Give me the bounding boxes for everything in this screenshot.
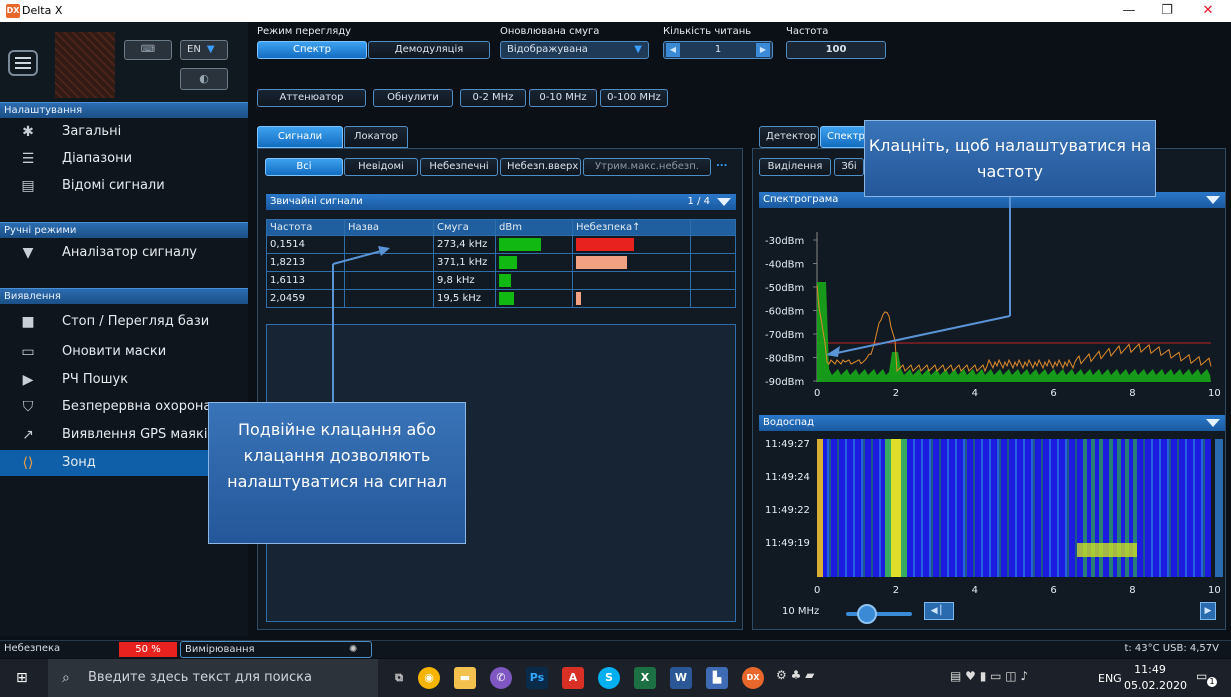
photoshop-icon[interactable]: Ps (526, 667, 548, 689)
clock-date: 05.02.2020 (1124, 679, 1187, 692)
notifications-icon[interactable]: ▭ 1 (1196, 669, 1218, 687)
pdf-icon[interactable]: A (562, 667, 584, 689)
temperature-usb: t: 43°C USB: 4,57V (1124, 643, 1219, 654)
app-icon[interactable]: ▙ (706, 667, 728, 689)
windows-start-icon[interactable]: ⊞ (16, 670, 32, 686)
word-icon[interactable]: W (670, 667, 692, 689)
danger-label: Небезпека (4, 643, 61, 654)
task-view-icon[interactable]: ⧉ (388, 667, 410, 689)
folder-icon[interactable]: ▬ (454, 667, 476, 689)
clock[interactable]: 11:49 05.02.2020 (1124, 662, 1187, 694)
spinner-icon: ✺ (349, 644, 358, 655)
skype-icon[interactable]: S (598, 667, 620, 689)
excel-icon[interactable]: X (634, 667, 656, 689)
measurement-label: Вимірювання (185, 644, 255, 655)
search-icon: ⌕ (62, 670, 70, 686)
deltax-taskbar-icon[interactable]: DX (742, 667, 764, 689)
status-bar: Небезпека 50 % Вимірювання ✺ t: 43°C USB:… (0, 640, 1231, 658)
notification-count: 1 (1207, 677, 1217, 687)
tray-apps-icon[interactable]: ⚙ ♣ ▰ (776, 668, 814, 682)
tune-frequency-callout: Клацніть, щоб налаштуватися на частоту (864, 120, 1156, 197)
taskbar-search[interactable]: ⌕ Введите здесь текст для поиска (48, 659, 378, 697)
input-language[interactable]: ENG (1098, 672, 1122, 685)
viber-icon[interactable]: ✆ (490, 667, 512, 689)
callout-arrows (332, 197, 1011, 402)
danger-value: 50 % (119, 642, 177, 657)
search-placeholder: Введите здесь текст для поиска (88, 670, 312, 685)
system-tray-icons[interactable]: ▤ ♥ ▮ ▭ ◫ ♪ (950, 669, 1028, 683)
tune-signal-callout: Подвійне клацання або клацання дозволяют… (208, 402, 466, 544)
measurement-indicator: Вимірювання ✺ (180, 641, 372, 658)
chrome-icon[interactable]: ◉ (418, 667, 440, 689)
clock-time: 11:49 (1134, 663, 1166, 676)
taskbar: ⊞ ⌕ Введите здесь текст для поиска ⧉ ◉ ▬… (0, 659, 1231, 697)
